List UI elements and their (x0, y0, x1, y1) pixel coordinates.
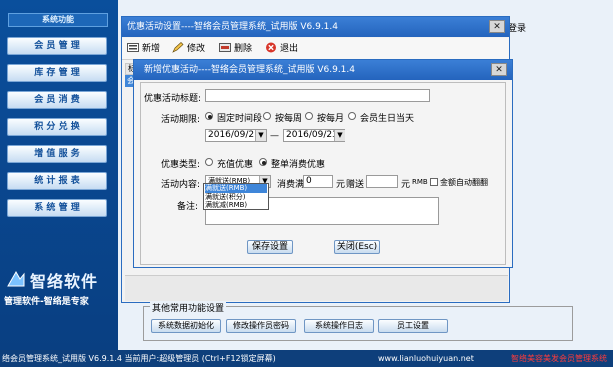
status-product-name: 智络美容美发会员管理系统 (511, 354, 607, 363)
rmb-label: RMB (412, 178, 428, 186)
edit-label: 修改 (187, 44, 206, 54)
calendar-icon[interactable]: ▼ (255, 130, 266, 141)
date-to-arrow-icon: ▼ (334, 130, 345, 141)
give-label: 赠送 (346, 180, 365, 190)
spend-unit: 元 (336, 180, 346, 190)
period-fixed-label: 固定时间段 (217, 114, 263, 124)
edit-button[interactable]: 修改 (172, 41, 205, 57)
sidebar-header: 系统功能 (8, 13, 108, 27)
staff-settings-button[interactable]: 员工设置 (378, 319, 448, 333)
window-close-button[interactable]: ✕ (489, 20, 505, 33)
date-from-value: 2016/09/21 (208, 130, 260, 140)
period-weekly-radio[interactable] (263, 112, 271, 120)
login-label[interactable]: 登录 (508, 21, 608, 35)
exit-label: 退出 (280, 44, 299, 54)
promo-title-input[interactable] (205, 89, 430, 102)
save-button[interactable]: 保存设置 (247, 240, 293, 254)
period-fixed-radio[interactable] (205, 112, 213, 120)
sidebar-item-services[interactable]: 增 值 服 务 (7, 145, 107, 163)
dropdown-option-discount[interactable]: 满就减(RMB) (205, 201, 267, 210)
content-dropdown-list: 满就送(RMB) 满就送(积分) 满就减(RMB) (203, 183, 269, 210)
date-separator: — (270, 131, 279, 141)
spend-input[interactable]: 0 (303, 175, 333, 188)
sidebar-item-reports[interactable]: 统 计 报 表 (7, 172, 107, 190)
period-birthday-radio[interactable] (348, 112, 356, 120)
sidebar-item-consumption[interactable]: 会 员 消 费 (7, 91, 107, 109)
promo-title-label: 优惠活动标题: (144, 94, 202, 104)
status-url: www.lianluohuiyuan.net (378, 354, 474, 363)
type-order-radio[interactable] (259, 158, 267, 166)
period-monthly-radio[interactable] (305, 112, 313, 120)
new-promotion-dialog: 新增优惠活动----智络会员管理系统_试用版 V6.9.1.4 ✕ 优惠活动标题… (133, 59, 513, 268)
edit-icon (172, 42, 184, 53)
dialog-title: 新增优惠活动----智络会员管理系统_试用版 V6.9.1.4 (134, 60, 512, 80)
toolbar: 新增 修改 删除 退出 (122, 38, 509, 60)
period-monthly-label: 按每月 (317, 114, 345, 124)
period-label: 活动期限: (161, 115, 201, 125)
spend-label: 消费满 (277, 180, 305, 190)
type-order-label: 整单消费优惠 (271, 160, 326, 170)
logo-slogan: 管理软件-智络是专家 (4, 297, 89, 307)
type-recharge-radio[interactable] (205, 158, 213, 166)
logo-icon (7, 270, 25, 287)
period-birthday-label: 会员生日当天 (360, 114, 415, 124)
date-to-value: 2016/09/23 (286, 130, 338, 140)
period-weekly-label: 按每周 (275, 114, 303, 124)
change-password-button[interactable]: 修改操作员密码 (226, 319, 296, 333)
give-unit: 元 (401, 180, 411, 190)
exit-button[interactable]: 退出 (265, 41, 298, 57)
content-label: 活动内容: (161, 180, 201, 190)
sidebar-item-member[interactable]: 会 员 管 理 (7, 37, 107, 55)
delete-button[interactable]: 删除 (219, 41, 252, 57)
delete-icon (219, 43, 231, 52)
give-input[interactable] (366, 175, 398, 188)
dialog-body: 优惠活动标题: 活动期限: 固定时间段 按每周 按每月 会员生日当天 2016/… (140, 82, 506, 265)
type-label: 优惠类型: (161, 160, 201, 170)
close-button[interactable]: 关闭(Esc) (334, 240, 380, 254)
operation-log-button[interactable]: 系统操作日志 (304, 319, 374, 333)
date-from-arrow-icon: ▼ (255, 130, 266, 141)
logo-name: 智络软件 (30, 272, 99, 291)
logo: 智络软件 管理软件-智络是专家 (2, 264, 116, 308)
sidebar-item-points[interactable]: 积 分 兑 换 (7, 118, 107, 136)
dialog-close-button[interactable]: ✕ (491, 63, 507, 76)
calendar-icon-2[interactable]: ▼ (334, 130, 345, 141)
sidebar-item-inventory[interactable]: 库 存 管 理 (7, 64, 107, 82)
new-button[interactable]: 新增 (127, 41, 160, 57)
settings-panel-title: 其他常用功能设置 (150, 301, 227, 314)
window-bottom-bar (125, 275, 508, 301)
window-title: 优惠活动设置----智络会员管理系统_试用版 V6.9.1.4 (122, 17, 509, 37)
dropdown-option-rmb[interactable]: 满就送(RMB) (205, 184, 267, 193)
status-left-text: 络会员管理系统_试用版 V6.9.1.4 当前用户:超级管理员 (Ctrl+F1… (2, 354, 276, 363)
remark-label: 备注: (177, 202, 199, 212)
sidebar-item-system[interactable]: 系 统 管 理 (7, 199, 107, 217)
status-bar: 络会员管理系统_试用版 V6.9.1.4 当前用户:超级管理员 (Ctrl+F1… (0, 350, 613, 367)
delete-label: 删除 (234, 44, 253, 54)
auto-multiply-checkbox[interactable] (430, 178, 438, 186)
auto-multiply-label: 金额自动翻翻 (440, 178, 488, 187)
new-label: 新增 (142, 44, 161, 54)
exit-icon (266, 42, 276, 53)
new-icon (127, 43, 139, 52)
type-recharge-label: 充值优惠 (217, 160, 254, 170)
init-data-button[interactable]: 系统数据初始化 (151, 319, 221, 333)
